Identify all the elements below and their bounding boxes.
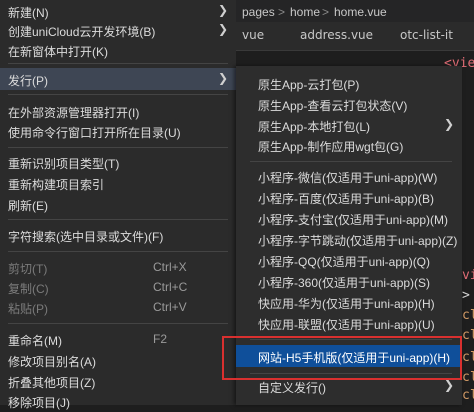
code-fragment: >: [462, 288, 470, 303]
menu-item-label: 刷新(E): [8, 199, 48, 213]
menu-item-label: 小程序-QQ(仅适用于uni-app)(Q): [258, 255, 431, 269]
breadcrumb-separator: >: [322, 5, 330, 19]
menu-item-open-in-explorer[interactable]: 在外部资源管理器打开(I): [0, 100, 236, 122]
code-fragment: vi: [462, 268, 474, 283]
code-fragment: cl: [462, 370, 474, 385]
menu-divider: [8, 323, 228, 324]
code-fragment: cl: [462, 328, 474, 343]
shortcut-label: F2: [153, 332, 168, 346]
submenu-item-mp-toutiao[interactable]: 小程序-字节跳动(仅适用于uni-app)(Z): [236, 228, 462, 250]
menu-item-remove-project[interactable]: 移除项目(J): [0, 390, 236, 412]
menu-item-label: 移除项目(J): [8, 396, 70, 410]
menu-item-label: 原生App-本地打包(L): [258, 120, 371, 134]
menu-item-label: 小程序-支付宝(仅适用于uni-app)(M): [258, 213, 449, 227]
menu-item-char-search[interactable]: 字符搜索(选中目录或文件)(F): [0, 224, 236, 246]
menu-divider: [8, 63, 228, 64]
menu-item-label: 使用命令行窗口打开所在目录(U): [8, 126, 181, 140]
submenu-item-quickapp-union[interactable]: 快应用-联盟(仅适用于uni-app)(U): [236, 312, 462, 334]
menu-divider: [8, 251, 228, 252]
code-fragment: cl: [462, 308, 474, 323]
code-fragment: cl: [462, 388, 474, 403]
menu-item-label: 快应用-华为(仅适用于uni-app)(H): [258, 297, 435, 311]
menu-item-rebuild-index[interactable]: 重新构建项目索引: [0, 172, 236, 194]
breadcrumb-separator: >: [278, 5, 286, 19]
chevron-right-icon: ❯: [443, 378, 454, 392]
menu-divider: [8, 147, 228, 148]
menu-item-label: 在外部资源管理器打开(I): [8, 106, 140, 120]
menu-item-label: 小程序-微信(仅适用于uni-app)(W): [258, 171, 438, 185]
breadcrumb-item[interactable]: home.vue: [334, 5, 387, 19]
annotation-highlight-box: [222, 336, 462, 380]
chevron-right-icon: ❯: [217, 3, 228, 17]
menu-item-label: 原生App-制作应用wgt包(G): [258, 140, 404, 154]
menu-item-label: 字符搜索(选中目录或文件)(F): [8, 230, 164, 244]
menu-item-refresh[interactable]: 刷新(E): [0, 193, 236, 215]
breadcrumb-item[interactable]: home: [290, 5, 320, 19]
menu-item-label: 修改项目别名(A): [8, 355, 96, 369]
menu-item-label: 原生App-云打包(P): [258, 78, 360, 92]
submenu-item-app-cloud-pack[interactable]: 原生App-云打包(P): [236, 72, 462, 94]
menu-item-label: 创建uniCloud云开发环境(B): [8, 25, 156, 39]
shortcut-label: Ctrl+X: [153, 260, 187, 274]
menu-item-label: 粘贴(P): [8, 302, 48, 316]
context-menu: 新建(N) ❯ 创建uniCloud云开发环境(B) ❯ 在新窗体中打开(K) 发行…: [0, 0, 236, 410]
menu-item-label: 快应用-联盟(仅适用于uni-app)(U): [258, 318, 435, 332]
submenu-item-app-cloud-status[interactable]: 原生App-查看云打包状态(V): [236, 93, 462, 115]
menu-item-label: 重新识别项目类型(T): [8, 157, 120, 171]
menu-item-open-new-window[interactable]: 在新窗体中打开(K): [0, 39, 236, 61]
submenu-item-quickapp-huawei[interactable]: 快应用-华为(仅适用于uni-app)(H): [236, 291, 462, 313]
breadcrumb: pages > home > home.vue: [236, 0, 474, 22]
submenu-item-mp-qq[interactable]: 小程序-QQ(仅适用于uni-app)(Q): [236, 249, 462, 271]
menu-item-edit-alias[interactable]: 修改项目别名(A): [0, 349, 236, 371]
menu-divider: [8, 94, 228, 95]
editor-tabs: vue address.vue otc-list-it: [236, 22, 474, 51]
shortcut-label: Ctrl+V: [153, 300, 187, 314]
chevron-right-icon: ❯: [443, 117, 454, 131]
menu-divider: [250, 161, 452, 162]
menu-item-label: 自定义发行(): [258, 381, 326, 395]
submenu-item-mp-baidu[interactable]: 小程序-百度(仅适用于uni-app)(B): [236, 186, 462, 208]
menu-item-label: 复制(C): [8, 282, 49, 296]
menu-item-label: 发行(P): [8, 74, 48, 88]
code-fragment: cl: [462, 350, 474, 365]
menu-item-cut[interactable]: 剪切(T) Ctrl+X: [0, 256, 236, 278]
menu-item-rename[interactable]: 重命名(M) F2: [0, 328, 236, 350]
menu-item-label: 在新窗体中打开(K): [8, 45, 108, 59]
tab-vue[interactable]: vue: [242, 28, 264, 42]
menu-item-label: 折叠其他项目(Z): [8, 376, 96, 390]
menu-divider: [8, 219, 228, 220]
submenu-item-app-local-pack[interactable]: 原生App-本地打包(L) ❯: [236, 114, 462, 136]
menu-item-publish[interactable]: 发行(P) ❯: [0, 68, 236, 90]
chevron-right-icon: ❯: [217, 22, 228, 36]
menu-item-reidentify-type[interactable]: 重新识别项目类型(T): [0, 151, 236, 173]
menu-item-label: 重新构建项目索引: [8, 178, 105, 192]
tab-otc-list[interactable]: otc-list-it: [400, 28, 453, 42]
menu-item-paste[interactable]: 粘贴(P) Ctrl+V: [0, 296, 236, 318]
menu-item-create-unicloud[interactable]: 创建uniCloud云开发环境(B) ❯: [0, 19, 236, 41]
menu-item-label: 原生App-查看云打包状态(V): [258, 99, 408, 113]
menu-item-label: 小程序-百度(仅适用于uni-app)(B): [258, 192, 435, 206]
menu-item-label: 重命名(M): [8, 334, 62, 348]
chevron-right-icon: ❯: [217, 71, 228, 85]
submenu-item-mp-360[interactable]: 小程序-360(仅适用于uni-app)(S): [236, 270, 462, 292]
menu-item-copy[interactable]: 复制(C) Ctrl+C: [0, 276, 236, 298]
menu-item-label: 小程序-字节跳动(仅适用于uni-app)(Z): [258, 234, 458, 248]
menu-item-label: 小程序-360(仅适用于uni-app)(S): [258, 276, 431, 290]
shortcut-label: Ctrl+C: [153, 280, 188, 294]
tab-address-vue[interactable]: address.vue: [300, 28, 373, 42]
breadcrumb-item[interactable]: pages: [242, 5, 275, 19]
menu-item-label: 剪切(T): [8, 262, 48, 276]
submenu-item-mp-weixin[interactable]: 小程序-微信(仅适用于uni-app)(W): [236, 165, 462, 187]
submenu-item-mp-alipay[interactable]: 小程序-支付宝(仅适用于uni-app)(M): [236, 207, 462, 229]
menu-item-open-terminal[interactable]: 使用命令行窗口打开所在目录(U): [0, 120, 236, 142]
menu-item-collapse-others[interactable]: 折叠其他项目(Z): [0, 370, 236, 392]
submenu-item-app-wgt[interactable]: 原生App-制作应用wgt包(G): [236, 134, 462, 156]
